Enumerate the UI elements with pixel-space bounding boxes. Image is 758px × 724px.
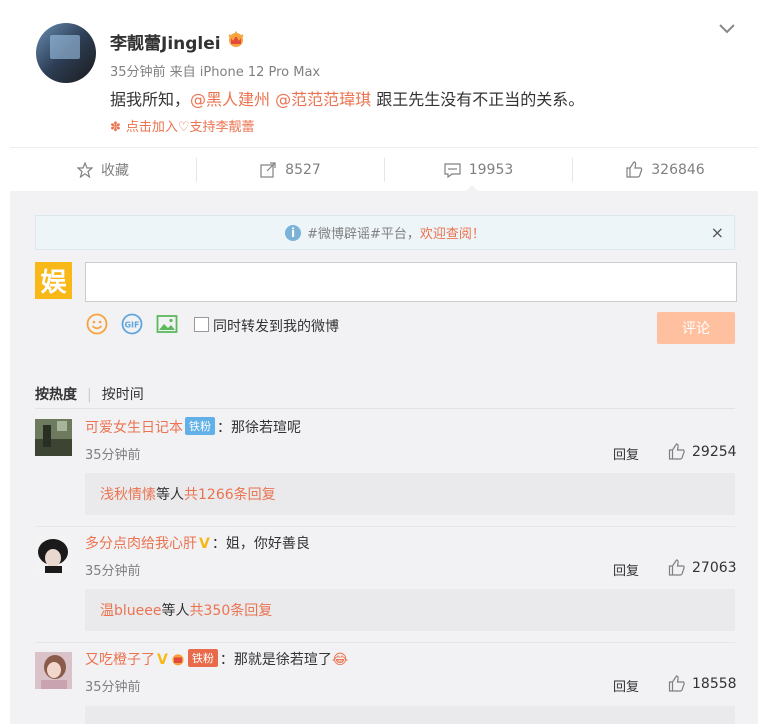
join-label: 点击加入♡支持李靓蕾	[125, 120, 255, 135]
verified-v-icon: V	[157, 652, 168, 668]
my-avatar[interactable]: 娱	[35, 262, 72, 299]
sub-reply-count[interactable]: 共1266条回复	[184, 484, 276, 504]
sub-reply-mid: 等人	[156, 487, 184, 503]
repost-count: 8527	[285, 161, 321, 178]
sort-divider: |	[87, 387, 92, 403]
author-name[interactable]: 李靓蕾Jinglei	[110, 29, 221, 54]
post-text-suffix: 跟王先生没有不正当的关系。	[371, 90, 585, 109]
comment-text: ：那徐若瑄呢	[217, 420, 301, 436]
comment-time: 35分钟前	[85, 680, 141, 695]
author-avatar[interactable]	[36, 23, 96, 83]
close-icon[interactable]: ×	[711, 223, 724, 242]
comment-like-count: 27063	[692, 559, 737, 576]
vip-crown-icon	[172, 654, 184, 666]
post-text-prefix: 据我所知，	[110, 90, 191, 109]
reply-button[interactable]: 回复	[613, 676, 639, 695]
gif-icon[interactable]: GIF	[121, 313, 143, 335]
comment-time: 35分钟前	[85, 448, 141, 463]
divider	[35, 408, 735, 409]
comment-text: ：姐，你好善良	[211, 536, 310, 552]
iron-fan-badge: 铁粉	[187, 649, 218, 667]
comment-count: 19953	[468, 161, 514, 178]
divider	[35, 526, 735, 527]
star-icon	[77, 161, 93, 178]
commenter-avatar[interactable]	[35, 536, 72, 573]
notice-text: #微博辟谣#平台，	[307, 227, 420, 242]
thumbs-up-icon	[668, 675, 685, 692]
repost-checkbox[interactable]	[194, 317, 209, 332]
comment-like-button[interactable]: 27063	[668, 559, 737, 576]
comment-text: ：那就是徐若瑄了	[219, 652, 332, 668]
comment-button[interactable]: 19953	[385, 148, 572, 191]
sub-reply-count[interactable]: 共350条回复	[190, 600, 273, 620]
comment-like-button[interactable]: 29254	[668, 443, 737, 460]
favorite-label: 收藏	[101, 162, 129, 179]
comment-line: 多分点肉给我心肝 V ：姐，你好善良	[85, 533, 310, 553]
flower-icon: ✽	[110, 120, 121, 135]
sort-tabs: 按热度 | 按时间	[35, 384, 144, 404]
reply-button[interactable]: 回复	[613, 444, 639, 463]
repost-icon	[260, 161, 276, 178]
weibo-post: 李靓蕾Jinglei 35分钟前 来自 iPhone 12 Pro Max 据我…	[0, 0, 758, 147]
comment-like-count: 18558	[692, 675, 737, 692]
sort-by-time-tab[interactable]: 按时间	[102, 387, 144, 403]
thumbs-up-icon	[626, 161, 643, 178]
verified-v-icon: V	[199, 536, 210, 552]
sub-reply-user[interactable]: 温blueee	[100, 600, 162, 620]
image-icon[interactable]	[156, 313, 178, 335]
comment-input[interactable]	[85, 262, 737, 302]
commenter-name[interactable]: 可爱女生日记本	[85, 420, 183, 436]
commenter-avatar[interactable]	[35, 652, 72, 689]
rumor-notice-banner: i #微博辟谣#平台， 欢迎查阅！ ×	[35, 215, 735, 250]
submit-comment-button[interactable]: 评论	[657, 312, 735, 344]
vip-crown-icon[interactable]	[226, 31, 246, 47]
comment-like-button[interactable]: 18558	[668, 675, 737, 692]
reply-button[interactable]: 回复	[613, 560, 639, 579]
like-button[interactable]: 326846	[573, 148, 758, 191]
comment-like-count: 29254	[692, 443, 737, 460]
post-text: 据我所知，@黑人建州 @范范范瑋琪 跟王先生没有不正当的关系。	[110, 86, 584, 110]
comment-line: 可爱女生日记本 铁粉 ：那徐若瑄呢	[85, 417, 301, 437]
comment-time: 35分钟前	[85, 564, 141, 579]
sub-replies-link[interactable]: 浅秋情愫 等人 共1266条回复	[85, 473, 735, 515]
svg-text:GIF: GIF	[124, 321, 139, 330]
action-bar: 收藏 8527 19953 326846	[10, 147, 758, 191]
mention-link[interactable]: @范范范瑋琪	[275, 90, 371, 109]
like-count: 326846	[651, 161, 705, 178]
repost-checkbox-label[interactable]: 同时转发到我的微博	[213, 316, 339, 336]
thumbs-up-icon	[668, 443, 685, 460]
commenter-name[interactable]: 多分点肉给我心肝	[85, 536, 197, 552]
info-icon: i	[285, 224, 302, 241]
divider	[35, 642, 735, 643]
sub-reply-mid: 等人	[161, 603, 190, 619]
sub-replies-link-partial[interactable]	[85, 706, 735, 724]
notice-link[interactable]: 欢迎查阅！	[420, 223, 485, 242]
join-fan-link[interactable]: ✽ 点击加入♡支持李靓蕾	[110, 116, 255, 135]
commenter-name[interactable]: 又吃橙子了	[85, 652, 155, 668]
iron-fan-badge: 铁粉	[185, 417, 215, 435]
emoji-icon[interactable]	[86, 313, 108, 335]
chevron-down-icon[interactable]	[718, 22, 736, 36]
commenter-avatar[interactable]	[35, 419, 72, 456]
thumbs-up-icon	[668, 559, 685, 576]
comment-line: 又吃橙子了 V 铁粉 ：那就是徐若瑄了😂	[85, 649, 348, 669]
pointer-triangle	[466, 185, 478, 191]
laughing-emoji-icon: 😂	[331, 652, 349, 668]
mention-link[interactable]: @黑人建州	[190, 90, 270, 109]
post-meta: 35分钟前 来自 iPhone 12 Pro Max	[110, 65, 321, 80]
favorite-button[interactable]: 收藏	[10, 148, 196, 191]
comment-icon	[444, 162, 461, 178]
sub-reply-user[interactable]: 浅秋情愫	[100, 484, 156, 504]
sub-replies-link[interactable]: 温blueee 等人 共350条回复	[85, 589, 735, 631]
repost-button[interactable]: 8527	[197, 148, 384, 191]
sort-by-hot-tab[interactable]: 按热度	[35, 387, 77, 403]
